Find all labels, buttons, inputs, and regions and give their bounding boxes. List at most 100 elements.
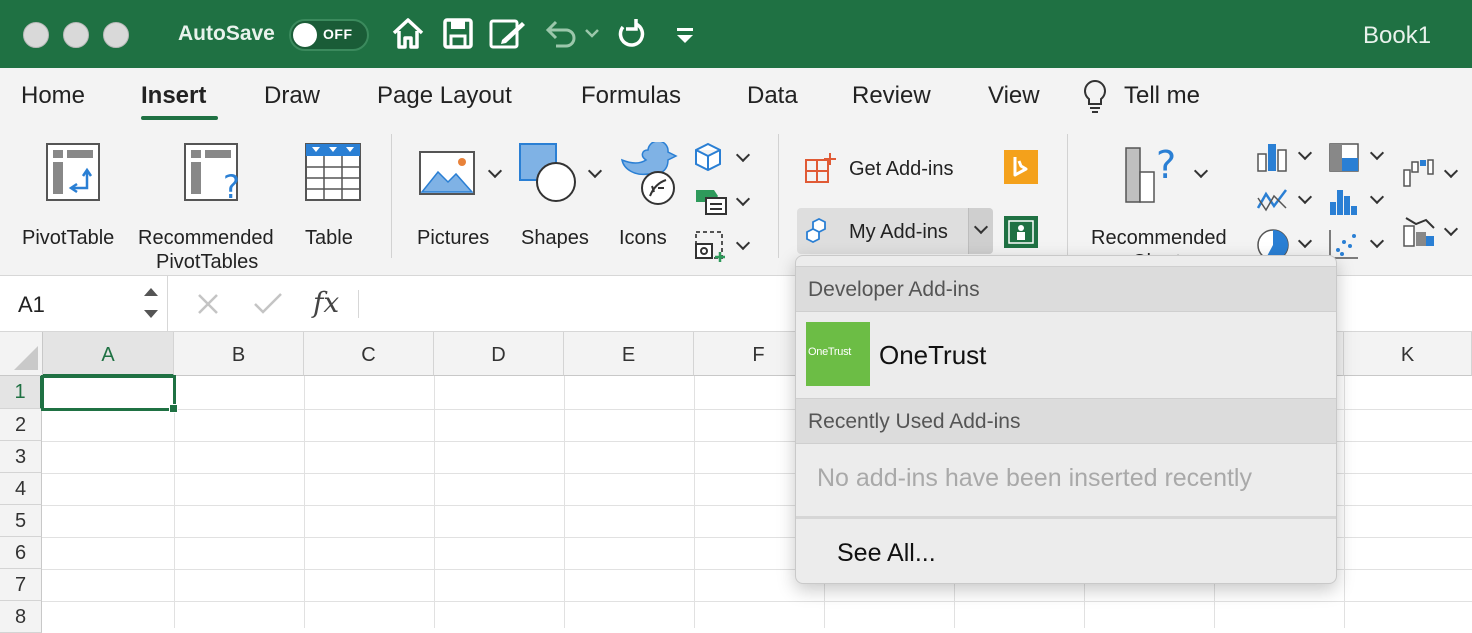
table-icon <box>305 143 361 201</box>
statistic-chart-button[interactable] <box>1326 184 1390 218</box>
row-header-1[interactable]: 1 <box>0 376 42 409</box>
screenshot-dropdown-icon <box>735 235 751 251</box>
tab-formulas[interactable]: Formulas <box>581 82 681 110</box>
shapes-label: Shapes <box>521 227 589 249</box>
waterfall-chart-button[interactable] <box>1400 156 1464 192</box>
shapes-icon <box>519 143 576 202</box>
combo-chart-button[interactable] <box>1400 214 1464 250</box>
insert-function-button[interactable]: fx <box>313 286 339 319</box>
3d-models-button[interactable] <box>690 140 754 174</box>
pictures-button[interactable]: Pictures <box>414 140 508 256</box>
ribbon-tabs: Home Insert Draw Page Layout Formulas Da… <box>0 68 1472 126</box>
screenshot-button[interactable] <box>690 228 754 264</box>
row-header-4[interactable]: 4 <box>0 473 42 505</box>
my-addins-button[interactable]: My Add-ins <box>797 208 993 254</box>
close-window-button[interactable] <box>23 22 49 48</box>
select-all-button[interactable] <box>0 332 43 376</box>
row-header-5[interactable]: 5 <box>0 505 42 537</box>
autosave-label: AutoSave <box>178 22 275 45</box>
recommended-charts-label-1: Recommended <box>1091 227 1227 249</box>
see-all-addins[interactable]: See All... <box>837 539 936 568</box>
icons-icon <box>620 142 678 205</box>
get-addins-button[interactable]: Get Add-ins <box>800 148 990 188</box>
bing-maps-icon[interactable] <box>1004 150 1038 184</box>
tell-me-search[interactable]: Tell me <box>1124 82 1200 110</box>
window-title: Book1 <box>1363 22 1432 49</box>
treemap-icon <box>1329 143 1359 172</box>
shapes-dropdown-icon <box>587 163 603 179</box>
pivottable-button[interactable]: PivotTable <box>18 140 128 256</box>
select-all-icon <box>14 346 38 370</box>
zoom-window-button[interactable] <box>103 22 129 48</box>
column-header-d[interactable]: D <box>434 332 564 376</box>
gridline <box>304 376 305 628</box>
smartart-dropdown-icon <box>735 191 751 207</box>
recommended-pivottables-button[interactable]: ? Recommended PivotTables <box>136 140 290 273</box>
svg-text:?: ? <box>1156 143 1176 187</box>
name-box-stepper-icon[interactable] <box>142 284 160 322</box>
column-header-c[interactable]: C <box>304 332 434 376</box>
hierarchy-chart-button[interactable] <box>1326 140 1390 174</box>
line-chart-button[interactable] <box>1254 184 1318 218</box>
recommended-pivottables-label-1: Recommended <box>138 227 274 249</box>
row-header-3[interactable]: 3 <box>0 441 42 473</box>
pictures-dropdown-icon <box>487 163 503 179</box>
confirm-entry-icon[interactable] <box>253 292 283 316</box>
scatter-chart-dropdown-icon <box>1369 233 1385 249</box>
people-graph-icon[interactable] <box>1004 216 1038 248</box>
pie-chart-dropdown-icon <box>1297 233 1313 249</box>
smartart-icon <box>696 190 727 215</box>
autosave-toggle[interactable]: OFF <box>289 19 369 51</box>
column-header-e[interactable]: E <box>564 332 694 376</box>
scatter-chart-button[interactable] <box>1326 226 1390 262</box>
chevron-down-icon <box>973 219 989 235</box>
my-addins-dropdown[interactable] <box>968 208 993 254</box>
smartart-button[interactable] <box>690 184 754 218</box>
gridline <box>174 376 175 628</box>
table-button[interactable]: Table <box>298 140 368 256</box>
tab-data[interactable]: Data <box>747 82 798 110</box>
column-header-b[interactable]: B <box>174 332 304 376</box>
gridline <box>564 376 565 628</box>
customize-toolbar-icon[interactable] <box>674 26 696 46</box>
tab-insert[interactable]: Insert <box>141 82 206 110</box>
undo-dropdown-icon[interactable] <box>584 28 600 40</box>
column-chart-button[interactable] <box>1254 140 1318 174</box>
icons-button[interactable]: Icons <box>616 140 680 256</box>
line-chart-icon <box>1256 189 1287 212</box>
tab-draw[interactable]: Draw <box>264 82 320 110</box>
row-header-2[interactable]: 2 <box>0 409 42 441</box>
tab-page-layout[interactable]: Page Layout <box>377 82 512 110</box>
developer-addins-header: Developer Add-ins <box>796 266 1336 312</box>
edit-document-icon[interactable] <box>488 16 528 52</box>
minimize-window-button[interactable] <box>63 22 89 48</box>
row-header-8[interactable]: 8 <box>0 601 42 633</box>
recommended-charts-button[interactable]: ? Recommended Charts <box>1088 140 1244 273</box>
column-header-a[interactable]: A <box>43 332 174 376</box>
row-header-6[interactable]: 6 <box>0 537 42 569</box>
undo-icon[interactable] <box>542 16 578 52</box>
ribbon-separator <box>391 134 392 258</box>
column-header-k[interactable]: K <box>1344 332 1472 376</box>
my-addins-label: My Add-ins <box>849 221 948 243</box>
active-cell-a1[interactable] <box>41 375 176 411</box>
cancel-entry-icon[interactable] <box>196 292 220 316</box>
gridline <box>694 376 695 628</box>
redo-icon[interactable] <box>614 16 650 52</box>
save-icon[interactable] <box>442 16 474 52</box>
addin-item-onetrust[interactable]: OneTrust OneTrust <box>796 312 1336 398</box>
autosave-state: OFF <box>323 26 353 42</box>
row-header-7[interactable]: 7 <box>0 569 42 601</box>
3d-models-dropdown-icon <box>735 147 751 163</box>
fill-handle[interactable] <box>169 404 178 413</box>
tab-home[interactable]: Home <box>21 82 85 110</box>
my-addins-menu: Developer Add-ins OneTrust OneTrust Rece… <box>795 255 1337 584</box>
shapes-button[interactable]: Shapes <box>516 140 608 256</box>
home-icon[interactable] <box>390 16 426 52</box>
onetrust-label: OneTrust <box>879 340 987 370</box>
hierarchy-chart-dropdown-icon <box>1369 145 1385 161</box>
gridline <box>1344 376 1345 628</box>
tab-review[interactable]: Review <box>852 82 931 110</box>
tab-view[interactable]: View <box>988 82 1040 110</box>
name-box[interactable]: A1 <box>0 276 168 332</box>
